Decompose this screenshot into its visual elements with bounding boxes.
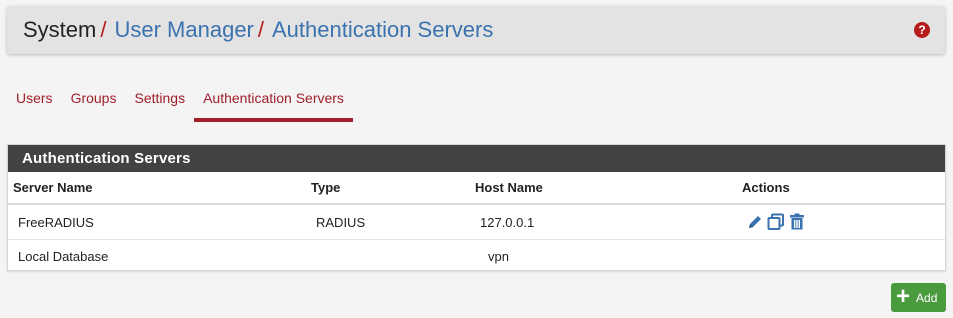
tab-authentication-servers[interactable]: Authentication Servers — [194, 88, 353, 122]
type-cell: RADIUS — [316, 214, 366, 230]
column-header-host-name: Host Name — [475, 180, 543, 195]
actions-cell — [746, 205, 806, 239]
server-name-cell: Local Database — [18, 249, 109, 264]
breadcrumb-system: System — [23, 17, 97, 42]
breadcrumb-user-manager[interactable]: User Manager — [114, 17, 253, 43]
breadcrumb-separator: / — [257, 17, 264, 42]
column-header-type: Type — [311, 180, 341, 195]
host-name-cell: 127.0.0.1 — [480, 214, 535, 230]
tab-bar: Users Groups Settings Authentication Ser… — [7, 88, 353, 122]
plus-icon: + — [896, 282, 911, 310]
table-row: Local Database vpn — [8, 240, 945, 273]
breadcrumb-separator: / — [100, 17, 107, 42]
tab-users[interactable]: Users — [7, 88, 62, 122]
tab-groups[interactable]: Groups — [62, 88, 126, 122]
panel-title: Authentication Servers — [8, 145, 945, 172]
host-name-cell: vpn — [488, 249, 509, 264]
server-name-cell: FreeRADIUS — [18, 214, 94, 230]
question-circle-icon[interactable]: ? — [914, 22, 930, 38]
page-header: System / User Manager / Authentication S… — [7, 6, 945, 54]
table-header-row: Server Name Type Host Name Actions — [8, 172, 945, 205]
add-button-label: Add — [916, 290, 938, 305]
breadcrumb-authentication-servers[interactable]: Authentication Servers — [272, 17, 493, 43]
table-row: FreeRADIUS RADIUS 127.0.0.1 — [8, 205, 945, 240]
edit-icon[interactable] — [746, 213, 764, 231]
copy-icon[interactable] — [767, 213, 785, 231]
column-header-actions: Actions — [742, 180, 790, 195]
add-button[interactable]: + Add — [891, 283, 946, 312]
column-header-server-name: Server Name — [13, 180, 93, 195]
authentication-servers-panel: Authentication Servers Server Name Type … — [7, 144, 946, 271]
tab-settings[interactable]: Settings — [125, 88, 194, 122]
delete-icon[interactable] — [788, 213, 806, 231]
